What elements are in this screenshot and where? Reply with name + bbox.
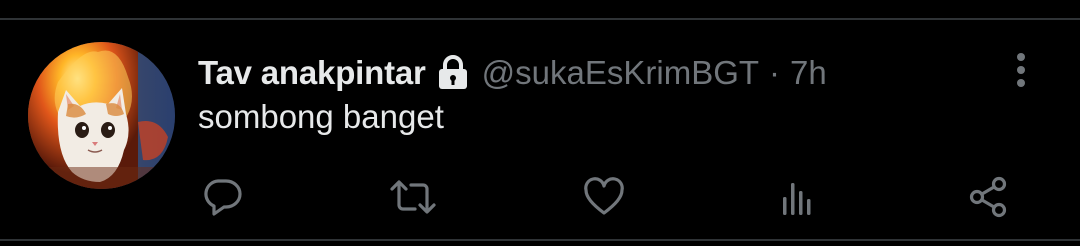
tweet-screen: Tav anakpintar @sukaEsKrimBGT · 7h sombo… xyxy=(0,0,1080,246)
user-handle[interactable]: @sukaEsKrimBGT xyxy=(482,54,759,92)
timestamp[interactable]: 7h xyxy=(790,54,827,92)
lock-icon xyxy=(436,55,470,91)
avatar-image xyxy=(28,42,175,189)
more-vertical-icon xyxy=(1015,52,1027,88)
tweet-text: sombong banget xyxy=(198,98,444,135)
share-icon xyxy=(966,175,1010,219)
share-button[interactable] xyxy=(960,172,1016,222)
reply-button[interactable] xyxy=(194,172,250,222)
avatar[interactable] xyxy=(28,42,175,189)
more-button[interactable] xyxy=(1004,50,1038,90)
like-button[interactable] xyxy=(576,172,632,222)
display-name[interactable]: Tav anakpintar xyxy=(198,54,426,92)
reply-icon xyxy=(200,175,244,219)
analytics-button[interactable] xyxy=(768,172,824,222)
retweet-icon xyxy=(387,175,439,219)
separator-dot: · xyxy=(769,54,781,91)
tweet-header: Tav anakpintar @sukaEsKrimBGT · 7h xyxy=(198,52,827,94)
retweet-button[interactable] xyxy=(385,172,441,222)
divider xyxy=(0,18,1080,20)
divider xyxy=(0,239,1080,241)
analytics-icon xyxy=(776,175,816,219)
heart-icon xyxy=(582,175,626,219)
